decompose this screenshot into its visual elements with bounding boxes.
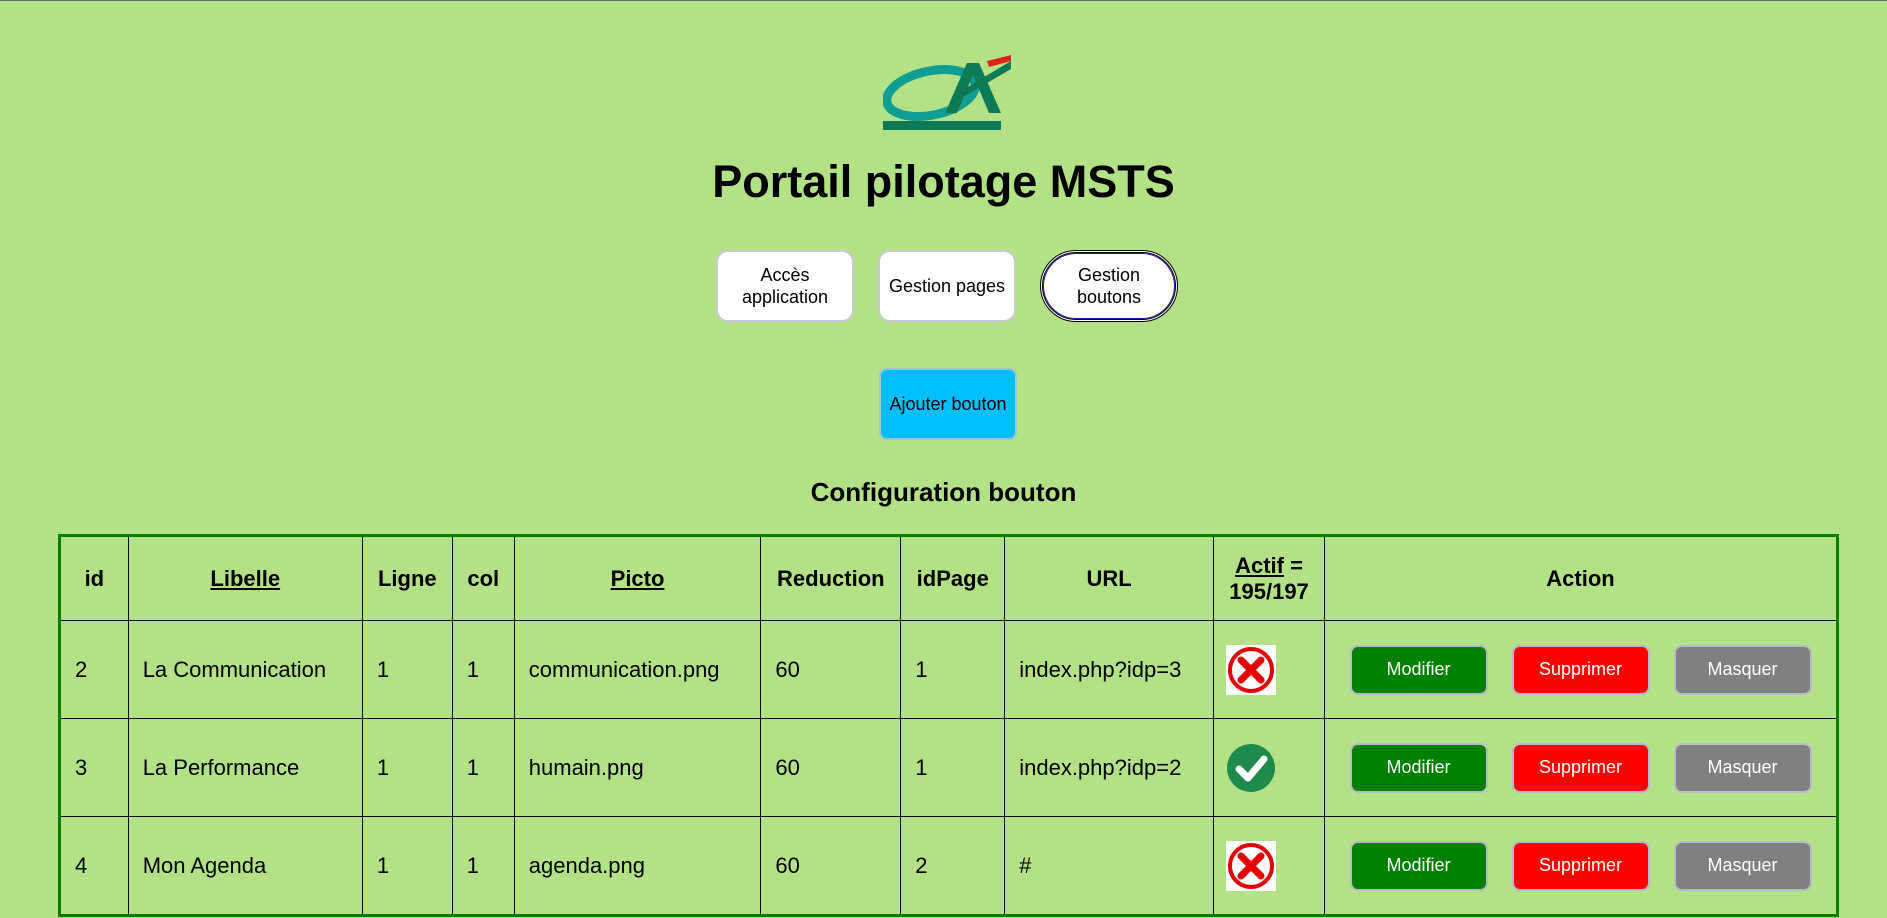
header-idpage: idPage <box>900 535 1006 621</box>
section-title: Configuration bouton <box>810 477 1077 507</box>
cell-url: # <box>1004 816 1215 916</box>
green-check-icon[interactable] <box>1226 743 1276 793</box>
cell-libelle: La Performance <box>127 718 363 817</box>
cell-url: index.php?idp=2 <box>1004 718 1215 817</box>
cell-reduction: 60 <box>760 620 902 719</box>
table-row: 2 La Communication 1 1 communication.png… <box>59 620 1838 719</box>
header-actif-link[interactable]: Actif <box>1235 553 1284 578</box>
cell-col: 1 <box>451 718 515 817</box>
cell-ligne: 1 <box>361 718 453 817</box>
cell-picto: humain.png <box>513 718 762 817</box>
table-row: 3 La Performance 1 1 humain.png 60 1 ind… <box>59 718 1838 817</box>
add-button-button[interactable]: Ajouter bouton <box>879 368 1017 440</box>
header-picto-link[interactable]: Picto <box>611 566 665 591</box>
cell-actif <box>1213 718 1326 817</box>
cell-col: 1 <box>451 620 515 719</box>
cell-actions: Modifier Supprimer Masquer <box>1324 620 1838 719</box>
cell-picto: agenda.png <box>513 816 762 916</box>
header-actif-count: 195/197 <box>1229 578 1309 604</box>
cell-actions: Modifier Supprimer Masquer <box>1324 718 1838 817</box>
header-libelle-link[interactable]: Libelle <box>210 566 280 591</box>
cell-actions: Modifier Supprimer Masquer <box>1324 816 1838 916</box>
header-col: col <box>451 535 515 621</box>
cell-reduction: 60 <box>760 816 902 916</box>
delete-button[interactable]: Supprimer <box>1511 644 1650 695</box>
delete-button[interactable]: Supprimer <box>1511 742 1650 793</box>
cell-actif <box>1213 816 1326 916</box>
header-url: URL <box>1004 535 1215 621</box>
red-cross-icon[interactable] <box>1226 644 1277 695</box>
cell-ligne: 1 <box>361 816 453 916</box>
hide-button[interactable]: Masquer <box>1673 742 1812 793</box>
cell-picto: communication.png <box>513 620 762 719</box>
table-row: 4 Mon Agenda 1 1 agenda.png 60 2 # Modif… <box>59 816 1838 916</box>
cell-idpage: 1 <box>900 620 1006 719</box>
red-cross-icon[interactable] <box>1226 840 1277 891</box>
cell-col: 1 <box>451 816 515 916</box>
cell-actif <box>1213 620 1326 719</box>
modify-button[interactable]: Modifier <box>1349 644 1488 695</box>
nav-button-gestion-pages[interactable]: Gestion pages <box>878 250 1016 322</box>
cell-reduction: 60 <box>760 718 902 817</box>
button-config-table: id Libelle Ligne col Picto Reduction idP… <box>58 534 1839 917</box>
cell-url: index.php?idp=3 <box>1004 620 1215 719</box>
header-picto[interactable]: Picto <box>513 535 762 621</box>
credit-agricole-logo <box>883 55 1011 130</box>
hide-button[interactable]: Masquer <box>1673 840 1812 891</box>
cell-ligne: 1 <box>361 620 453 719</box>
header-action: Action <box>1324 535 1838 621</box>
header-actif: Actif = 195/197 <box>1213 535 1326 621</box>
cell-id: 3 <box>59 718 129 817</box>
header-ligne: Ligne <box>361 535 453 621</box>
header-actif-suffix: = <box>1284 552 1303 578</box>
cell-id: 2 <box>59 620 129 719</box>
cell-libelle: Mon Agenda <box>127 816 363 916</box>
hide-button[interactable]: Masquer <box>1673 644 1812 695</box>
header-id: id <box>59 535 129 621</box>
table-header-row: id Libelle Ligne col Picto Reduction idP… <box>59 535 1838 621</box>
cell-id: 4 <box>59 816 129 916</box>
cell-idpage: 2 <box>900 816 1006 916</box>
delete-button[interactable]: Supprimer <box>1511 840 1650 891</box>
modify-button[interactable]: Modifier <box>1349 742 1488 793</box>
main-nav: Accès application Gestion pages Gestion … <box>716 250 1178 322</box>
cell-idpage: 1 <box>900 718 1006 817</box>
nav-button-acces-application[interactable]: Accès application <box>716 250 854 322</box>
header-libelle[interactable]: Libelle <box>127 535 363 621</box>
cell-libelle: La Communication <box>127 620 363 719</box>
page-title: Portail pilotage MSTS <box>712 156 1175 207</box>
nav-button-gestion-boutons[interactable]: Gestion boutons <box>1040 250 1178 322</box>
header-reduction: Reduction <box>760 535 902 621</box>
modify-button[interactable]: Modifier <box>1349 840 1488 891</box>
